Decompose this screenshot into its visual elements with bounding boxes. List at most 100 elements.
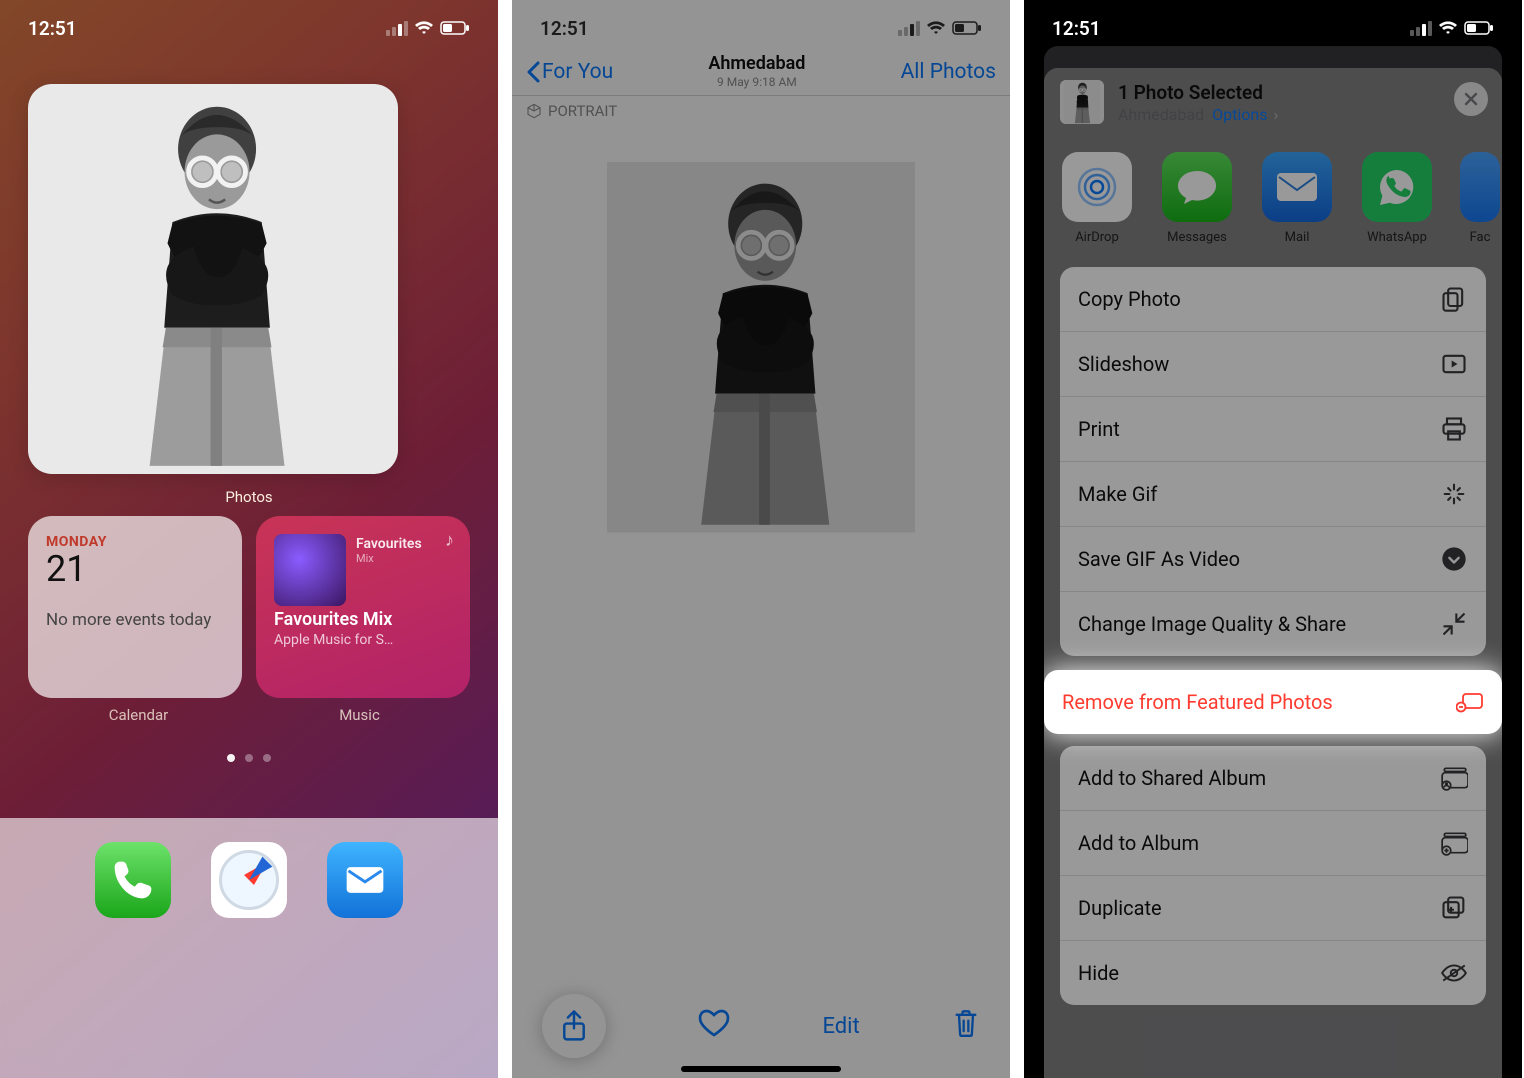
calendar-message: No more events today — [46, 610, 224, 631]
edit-button[interactable]: Edit — [822, 1014, 859, 1039]
battery-icon — [440, 21, 470, 35]
action-change-quality[interactable]: Change Image Quality & Share — [1060, 591, 1486, 656]
share-sheet-screen: 12:51 1 Photo Selected Ahmedabad Options… — [1024, 0, 1522, 1078]
share-target-messages[interactable]: Messages — [1160, 152, 1234, 245]
status-right — [1410, 21, 1494, 36]
share-sheet-header: 1 Photo Selected Ahmedabad Options › — [1044, 68, 1502, 136]
music-artwork-title: Favourites — [356, 536, 452, 552]
battery-icon — [952, 21, 982, 35]
music-widget[interactable]: ♪ Favourites Mix Favourites Mix Apple Mu… — [256, 516, 470, 698]
share-sheet: 1 Photo Selected Ahmedabad Options › Air… — [1044, 68, 1502, 1078]
status-time: 12:51 — [1052, 17, 1101, 40]
safari-app-icon[interactable] — [211, 842, 287, 918]
eye-slash-icon — [1440, 959, 1468, 987]
phone-icon — [111, 858, 155, 902]
cellular-icon — [386, 21, 408, 36]
favorite-button[interactable] — [698, 1008, 730, 1044]
action-remove-featured-card: Remove from Featured Photos — [1044, 670, 1502, 734]
action-hide[interactable]: Hide — [1060, 940, 1486, 1005]
nav-bar: For You Ahmedabad 9 May 9:18 AM All Phot… — [512, 48, 1010, 96]
music-artwork — [274, 534, 346, 606]
music-app-label: Music — [249, 706, 470, 724]
printer-icon — [1440, 415, 1468, 443]
calendar-widget[interactable]: MONDAY 21 No more events today — [28, 516, 242, 698]
share-button[interactable] — [542, 994, 606, 1058]
photo-toolbar: Edit — [512, 992, 1010, 1060]
mail-app-icon[interactable] — [327, 842, 403, 918]
all-photos-button[interactable]: All Photos — [901, 60, 996, 84]
compress-icon — [1440, 610, 1468, 638]
music-title: Favourites Mix — [274, 609, 452, 630]
action-copy-photo[interactable]: Copy Photo — [1060, 267, 1486, 331]
status-right — [898, 21, 982, 36]
action-print[interactable]: Print — [1060, 396, 1486, 461]
mail-icon — [1275, 171, 1319, 203]
action-slideshow[interactable]: Slideshow — [1060, 331, 1486, 396]
home-indicator[interactable] — [681, 1066, 841, 1072]
cellular-icon — [898, 21, 920, 36]
airdrop-icon — [1074, 164, 1120, 210]
share-target-airdrop[interactable]: AirDrop — [1060, 152, 1134, 245]
selection-location: Ahmedabad — [1118, 105, 1204, 124]
share-target-facebook[interactable]: Fac — [1460, 152, 1500, 245]
share-icon — [559, 1009, 589, 1043]
back-label: For You — [542, 60, 613, 84]
photo-content — [607, 162, 916, 594]
chevron-left-icon — [526, 61, 540, 83]
wifi-icon — [414, 21, 434, 35]
action-make-gif[interactable]: Make Gif — [1060, 461, 1486, 526]
wifi-icon — [926, 21, 946, 35]
share-target-mail[interactable]: Mail — [1260, 152, 1334, 245]
photos-widget[interactable] — [28, 84, 398, 474]
cellular-icon — [1410, 21, 1432, 36]
photo-location: Ahmedabad — [708, 55, 805, 73]
share-targets: AirDrop Messages Mail WhatsApp Fac — [1044, 136, 1502, 257]
page-indicator[interactable] — [0, 754, 498, 762]
status-bar: 12:51 — [0, 0, 498, 50]
battery-icon — [1464, 21, 1494, 35]
whatsapp-icon — [1375, 165, 1419, 209]
add-album-icon — [1440, 829, 1468, 857]
dock — [0, 842, 498, 918]
share-target-whatsapp[interactable]: WhatsApp — [1360, 152, 1434, 245]
nav-title: Ahmedabad 9 May 9:18 AM — [708, 55, 805, 89]
back-button[interactable]: For You — [526, 60, 613, 84]
compass-icon — [219, 850, 279, 910]
play-rect-icon — [1440, 350, 1468, 378]
selected-photo-thumb — [1060, 80, 1104, 124]
options-button[interactable]: Options › — [1212, 105, 1278, 124]
music-subtitle: Apple Music for S… — [274, 632, 452, 648]
action-duplicate[interactable]: Duplicate — [1060, 875, 1486, 940]
action-save-gif-video[interactable]: Save GIF As Video — [1060, 526, 1486, 591]
status-time: 12:51 — [540, 17, 589, 40]
status-time: 12:51 — [28, 17, 77, 40]
copy-icon — [1440, 285, 1468, 313]
cube-icon — [526, 103, 542, 119]
wifi-icon — [1438, 21, 1458, 35]
close-button[interactable] — [1454, 82, 1488, 116]
shared-album-icon — [1440, 764, 1468, 792]
actions-primary: Copy Photo Slideshow Print Make Gif Save… — [1060, 267, 1486, 656]
circle-chevron-down-icon — [1440, 545, 1468, 573]
action-remove-featured[interactable]: Remove from Featured Photos — [1044, 670, 1502, 734]
phone-app-icon[interactable] — [95, 842, 171, 918]
photos-detail: 12:51 For You Ahmedabad 9 May 9:18 AM Al… — [512, 0, 1010, 1078]
heart-icon — [698, 1008, 730, 1038]
trash-icon — [952, 1007, 980, 1039]
home-screen: 12:51 Photos MONDAY 21 No more events to… — [0, 0, 498, 1078]
duplicate-icon — [1440, 894, 1468, 922]
featured-photo — [28, 84, 398, 474]
calendar-date: 21 — [46, 548, 224, 590]
portrait-label: PORTRAIT — [548, 102, 617, 120]
action-add-album[interactable]: Add to Album — [1060, 810, 1486, 875]
messages-icon — [1175, 167, 1219, 207]
trash-button[interactable] — [952, 1007, 980, 1045]
calendar-app-label: Calendar — [28, 706, 249, 724]
photos-widget-label: Photos — [0, 488, 498, 506]
status-bar: 12:51 — [1024, 0, 1522, 50]
photo-viewer[interactable] — [512, 132, 1010, 982]
envelope-icon — [343, 858, 387, 902]
actions-secondary: Add to Shared Album Add to Album Duplica… — [1060, 746, 1486, 1005]
action-add-shared-album[interactable]: Add to Shared Album — [1060, 746, 1486, 810]
status-right — [386, 21, 470, 36]
